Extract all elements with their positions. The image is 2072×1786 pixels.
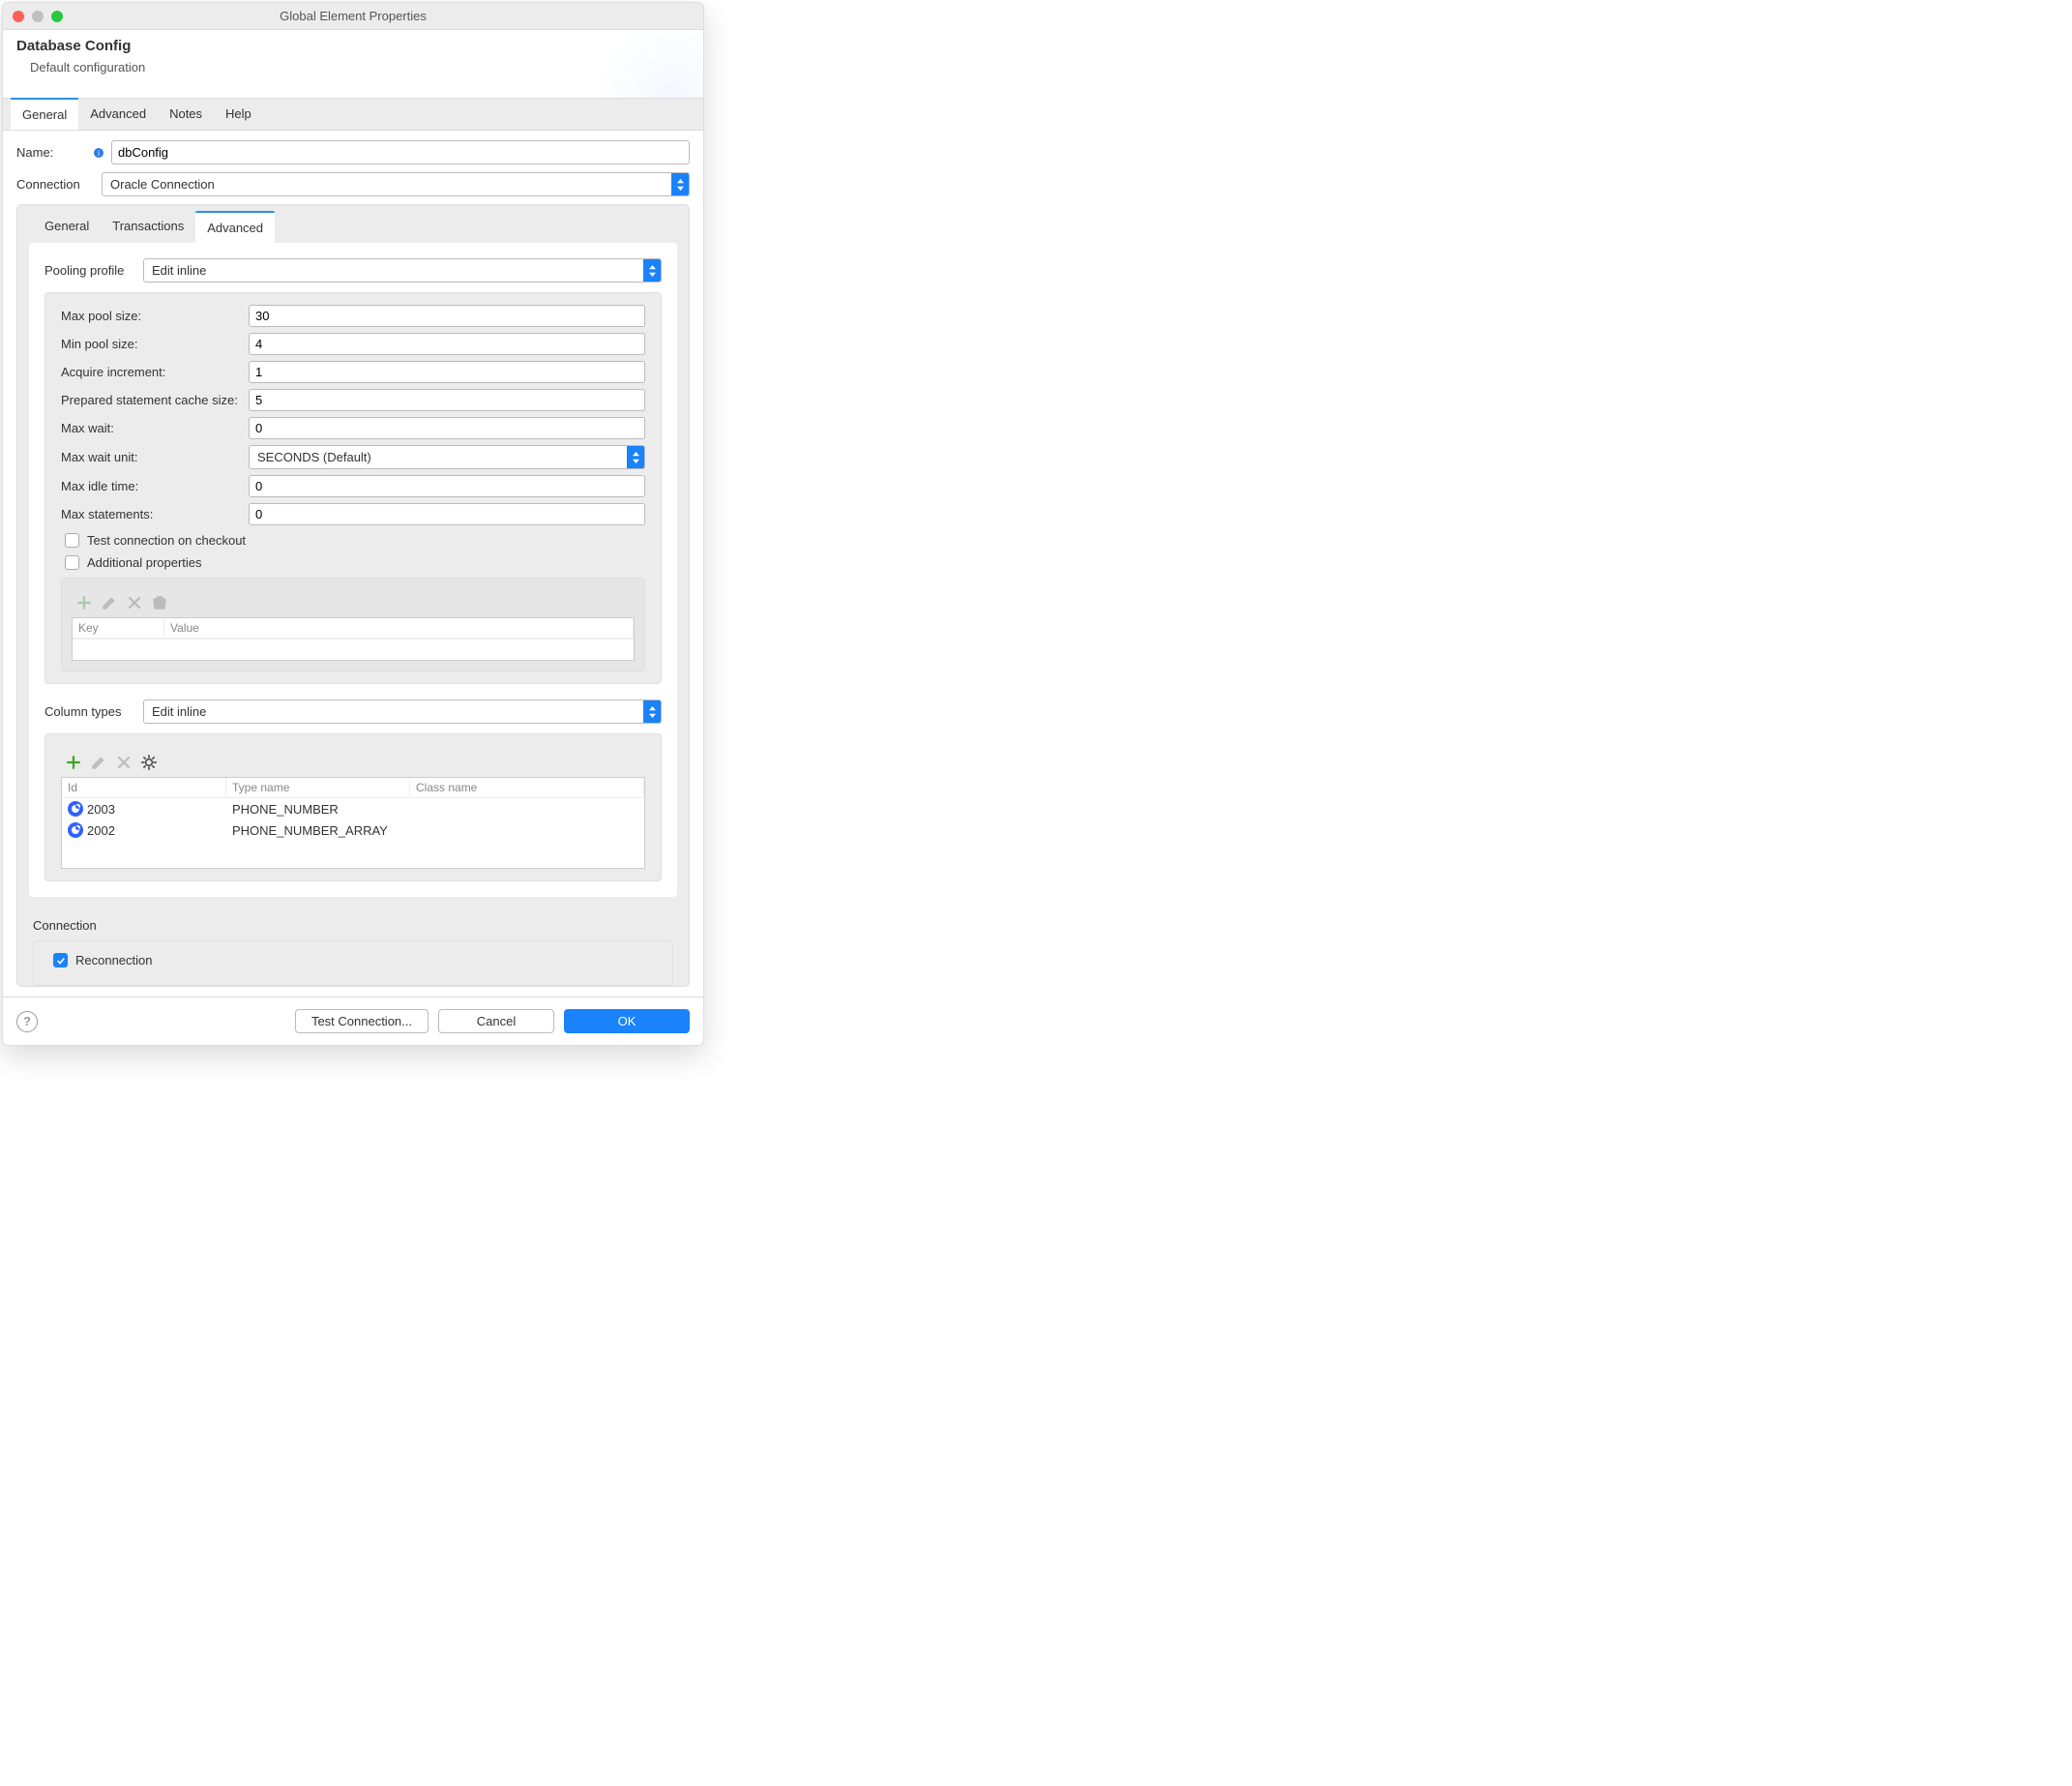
test-on-checkout-label: Test connection on checkout: [87, 533, 246, 548]
test-connection-button[interactable]: Test Connection...: [295, 1009, 429, 1033]
help-button[interactable]: ?: [16, 1011, 38, 1032]
additional-properties-checkbox[interactable]: [65, 555, 79, 570]
svg-text:i: i: [98, 149, 100, 158]
acquire-increment-label: Acquire increment:: [61, 365, 249, 379]
additional-properties-label: Additional properties: [87, 555, 202, 570]
dialog-window: Global Element Properties Database Confi…: [2, 2, 704, 1046]
col-header-classname: Class name: [410, 778, 644, 797]
col-header-id: Id: [62, 778, 226, 797]
info-icon: i: [94, 148, 104, 158]
connection-select[interactable]: Oracle Connection: [102, 172, 690, 196]
max-pool-size-label: Max pool size:: [61, 309, 249, 323]
pooling-group: Max pool size: Min pool size: Acquire in…: [44, 292, 662, 684]
max-pool-size-input[interactable]: [249, 305, 645, 327]
reconnection-label: Reconnection: [75, 953, 153, 967]
cell-classname: [410, 807, 644, 811]
connection-value: Oracle Connection: [103, 173, 671, 195]
max-wait-unit-label: Max wait unit:: [61, 450, 249, 464]
col-header-typename: Type name: [226, 778, 410, 797]
max-statements-label: Max statements:: [61, 507, 249, 521]
connection-section-label: Connection: [33, 918, 673, 933]
props-header-key: Key: [73, 618, 164, 638]
table-row[interactable]: 2002 PHONE_NUMBER_ARRAY: [62, 819, 644, 841]
header: Database Config Default configuration: [3, 30, 703, 98]
edit-icon: [90, 754, 107, 771]
table-row: [73, 639, 634, 660]
max-idle-time-label: Max idle time:: [61, 479, 249, 493]
max-wait-input[interactable]: [249, 417, 645, 439]
min-pool-size-input[interactable]: [249, 333, 645, 355]
acquire-increment-input[interactable]: [249, 361, 645, 383]
top-tabs: General Advanced Notes Help: [3, 98, 703, 131]
max-statements-input[interactable]: [249, 503, 645, 525]
cell-typename: PHONE_NUMBER: [226, 800, 410, 819]
item-icon: [68, 801, 83, 817]
close-window-button[interactable]: [13, 11, 24, 22]
additional-properties-table: Key Value: [72, 617, 635, 661]
pooling-profile-value: Edit inline: [144, 259, 643, 282]
connection-label: Connection: [16, 177, 96, 192]
cell-id: 2003: [87, 802, 115, 817]
chevron-updown-icon: [671, 173, 689, 195]
add-icon: [75, 594, 93, 611]
page-subtitle: Default configuration: [16, 54, 690, 74]
test-on-checkout-checkbox[interactable]: [65, 533, 79, 548]
max-wait-unit-select[interactable]: SECONDS (Default): [249, 445, 645, 469]
prepared-cache-size-label: Prepared statement cache size:: [61, 393, 249, 407]
titlebar: Global Element Properties: [3, 3, 703, 30]
maximize-window-button[interactable]: [51, 11, 63, 22]
props-header-value: Value: [164, 618, 634, 638]
max-idle-time-input[interactable]: [249, 475, 645, 497]
ok-button[interactable]: OK: [564, 1009, 690, 1033]
name-label: Name:: [16, 145, 88, 160]
page-title: Database Config: [16, 38, 690, 54]
delete-icon: [126, 594, 143, 611]
column-types-table: Id Type name Class name 2003 PHONE_NUMBE…: [61, 777, 645, 869]
name-input[interactable]: [111, 140, 690, 164]
sub-tabs: General Transactions Advanced: [17, 205, 689, 243]
pooling-profile-label: Pooling profile: [44, 263, 133, 278]
tab-advanced[interactable]: Advanced: [78, 99, 158, 130]
edit-icon: [101, 594, 118, 611]
chevron-updown-icon: [627, 446, 644, 468]
column-types-select[interactable]: Edit inline: [143, 700, 662, 724]
clear-icon: [151, 594, 168, 611]
cell-typename: PHONE_NUMBER_ARRAY: [226, 821, 410, 840]
column-types-label: Column types: [44, 704, 133, 719]
cell-id: 2002: [87, 823, 115, 838]
min-pool-size-label: Min pool size:: [61, 337, 249, 351]
cell-classname: [410, 828, 644, 832]
add-icon[interactable]: [65, 754, 82, 771]
pooling-profile-select[interactable]: Edit inline: [143, 258, 662, 283]
column-types-group: Id Type name Class name 2003 PHONE_NUMBE…: [44, 733, 662, 881]
table-row: [62, 841, 644, 868]
subtab-general[interactable]: General: [33, 211, 101, 243]
settings-icon[interactable]: [140, 754, 158, 771]
item-icon: [68, 822, 83, 838]
subtab-transactions[interactable]: Transactions: [101, 211, 195, 243]
chevron-updown-icon: [643, 259, 661, 282]
max-wait-unit-value: SECONDS (Default): [250, 446, 627, 468]
window-title: Global Element Properties: [3, 9, 703, 23]
column-types-mode: Edit inline: [144, 700, 643, 723]
tab-help[interactable]: Help: [214, 99, 263, 130]
reconnection-checkbox[interactable]: [53, 953, 68, 967]
tab-general[interactable]: General: [11, 98, 78, 130]
prepared-cache-size-input[interactable]: [249, 389, 645, 411]
table-row[interactable]: 2003 PHONE_NUMBER: [62, 798, 644, 819]
connection-group: Reconnection: [33, 940, 673, 986]
minimize-window-button[interactable]: [32, 11, 44, 22]
cancel-button[interactable]: Cancel: [438, 1009, 554, 1033]
tab-notes[interactable]: Notes: [158, 99, 214, 130]
subtab-advanced[interactable]: Advanced: [195, 211, 275, 243]
max-wait-label: Max wait:: [61, 421, 249, 435]
chevron-updown-icon: [643, 700, 661, 723]
delete-icon: [115, 754, 133, 771]
